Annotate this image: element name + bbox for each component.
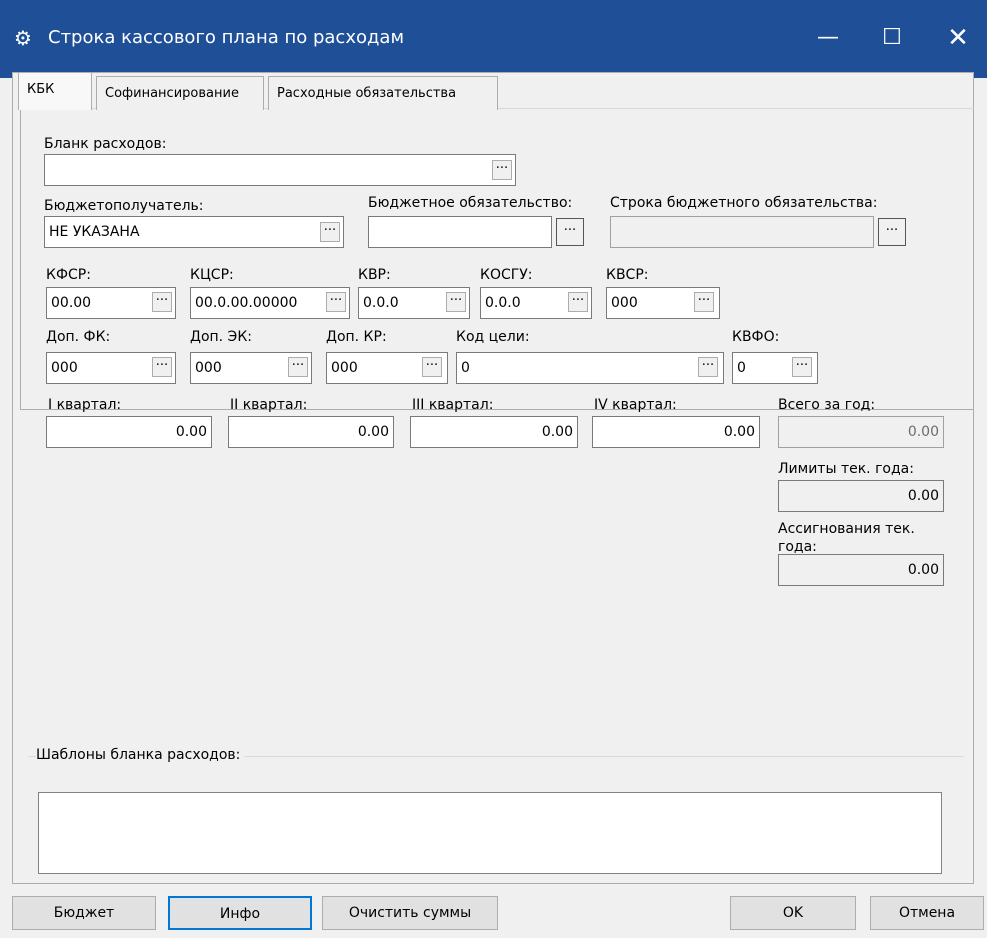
dop-ek-lookup-button[interactable]: ··· <box>288 357 308 377</box>
cancel-button[interactable]: Отмена <box>870 896 984 930</box>
q4-input[interactable]: 0.00 <box>592 416 760 448</box>
minimize-button[interactable]: — <box>802 16 854 60</box>
kcsr-label: КЦСР: <box>190 267 234 283</box>
recipient-lookup-button[interactable]: ··· <box>320 222 340 242</box>
app-icon: ⚙ <box>14 26 32 50</box>
recipient-input[interactable]: НЕ УКАЗАНА <box>44 216 344 248</box>
q3-input[interactable]: 0.00 <box>410 416 578 448</box>
q3-label: III квартал: <box>412 397 494 413</box>
obligation-row-input <box>610 216 874 248</box>
tab-cofinancing[interactable]: Софинансирование <box>96 76 264 110</box>
goal-code-input[interactable]: 0 <box>456 352 724 384</box>
templates-label: Шаблоны бланка расходов: <box>36 746 245 764</box>
kvfo-lookup-button[interactable]: ··· <box>792 357 812 377</box>
year-total-label: Всего за год: <box>778 397 876 413</box>
kvfo-label: КВФО: <box>732 329 780 345</box>
q1-label: I квартал: <box>48 397 122 413</box>
recipient-label: Бюджетополучатель: <box>44 198 204 214</box>
limits-value: 0.00 <box>778 480 944 512</box>
dop-kr-label: Доп. КР: <box>326 329 387 345</box>
tab-kbk[interactable]: КБК <box>18 72 92 110</box>
obligation-label: Бюджетное обязательство: <box>368 195 573 211</box>
obligation-input[interactable] <box>368 216 552 248</box>
blank-input[interactable] <box>44 154 516 186</box>
limits-label: Лимиты тек. года: <box>778 461 914 477</box>
blank-label: Бланк расходов: <box>44 136 167 152</box>
close-button[interactable]: ✕ <box>932 16 984 60</box>
dop-kr-lookup-button[interactable]: ··· <box>422 357 442 377</box>
assign-label-line1: Ассигнования тек. <box>778 521 915 537</box>
kvsr-label: КВСР: <box>606 267 649 283</box>
obligation-row-label: Строка бюджетного обязательства: <box>610 195 878 211</box>
kfsr-label: КФСР: <box>46 267 91 283</box>
maximize-button[interactable]: ☐ <box>866 16 918 60</box>
kosgu-lookup-button[interactable]: ··· <box>568 292 588 312</box>
assign-value: 0.00 <box>778 554 944 586</box>
q2-input[interactable]: 0.00 <box>228 416 394 448</box>
ok-button[interactable]: OK <box>730 896 856 930</box>
blank-lookup-button[interactable]: ··· <box>492 160 512 180</box>
q2-label: II квартал: <box>230 397 308 413</box>
obligation-lookup-button[interactable]: ··· <box>556 218 584 246</box>
dop-fk-lookup-button[interactable]: ··· <box>152 357 172 377</box>
year-total-input: 0.00 <box>778 416 944 448</box>
templates-list[interactable] <box>38 792 942 874</box>
obligation-row-lookup-button[interactable]: ··· <box>878 218 906 246</box>
window-title: Строка кассового плана по расходам <box>48 27 405 48</box>
kcsr-lookup-button[interactable]: ··· <box>326 292 346 312</box>
q1-input[interactable]: 0.00 <box>46 416 212 448</box>
kvsr-lookup-button[interactable]: ··· <box>694 292 714 312</box>
goal-code-label: Код цели: <box>456 329 530 345</box>
clear-sums-button[interactable]: Очистить суммы <box>322 896 498 930</box>
tab-expense-obligations[interactable]: Расходные обязательства <box>268 76 498 110</box>
kvr-label: КВР: <box>358 267 391 283</box>
budget-button[interactable]: Бюджет <box>12 896 156 930</box>
goal-code-lookup-button[interactable]: ··· <box>698 357 718 377</box>
dop-ek-label: Доп. ЭК: <box>190 329 252 345</box>
q4-label: IV квартал: <box>594 397 677 413</box>
kvr-lookup-button[interactable]: ··· <box>446 292 466 312</box>
kfsr-lookup-button[interactable]: ··· <box>152 292 172 312</box>
kosgu-label: КОСГУ: <box>480 267 533 283</box>
info-button[interactable]: Инфо <box>168 896 312 930</box>
dop-fk-label: Доп. ФК: <box>46 329 111 345</box>
